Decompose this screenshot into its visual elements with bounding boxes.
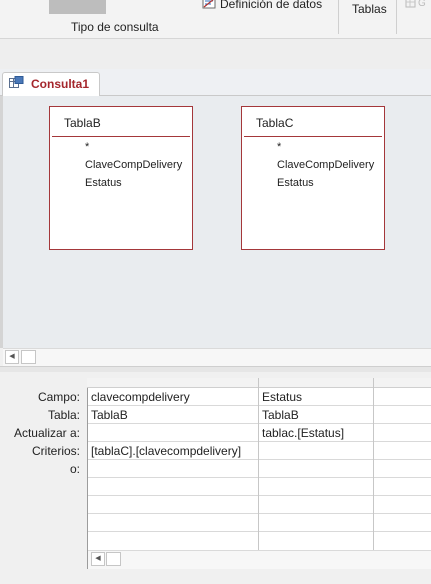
scroll-left-icon[interactable]: ◀ bbox=[5, 350, 19, 364]
table-box-tablab[interactable]: TablaB * ClaveCompDelivery Estatus bbox=[49, 106, 193, 250]
grid-row-line bbox=[88, 423, 431, 424]
grid-row-line bbox=[88, 495, 431, 496]
upper-horizontal-scrollbar[interactable] bbox=[3, 348, 431, 367]
field-list-item[interactable]: ClaveCompDelivery bbox=[85, 159, 182, 171]
grid-cell-campo[interactable]: Estatus bbox=[262, 390, 302, 404]
row-label-o: o: bbox=[69, 462, 80, 476]
grid-cell-campo[interactable]: clavecompdelivery bbox=[91, 390, 190, 404]
grid-cell-criterios[interactable]: [tablaC].[clavecompdelivery] bbox=[91, 444, 241, 458]
field-list-item[interactable]: Estatus bbox=[277, 177, 314, 189]
query-design-grid[interactable] bbox=[87, 378, 431, 569]
grid-column-line bbox=[258, 378, 259, 550]
grid-cell-tabla[interactable]: TablaB bbox=[91, 408, 128, 422]
query-type-group-label: Tipo de consulta bbox=[71, 20, 159, 34]
ribbon-gap bbox=[0, 39, 431, 69]
grid-row-line bbox=[88, 441, 431, 442]
data-definition-icon bbox=[202, 0, 216, 9]
scroll-thumb[interactable] bbox=[106, 552, 121, 566]
table-box-tablac[interactable]: TablaC * ClaveCompDelivery Estatus bbox=[241, 106, 385, 250]
field-list-item[interactable]: Estatus bbox=[85, 177, 122, 189]
grid-column-line bbox=[373, 378, 374, 550]
scroll-left-icon[interactable]: ◀ bbox=[91, 552, 105, 566]
data-definition-button[interactable]: Definición de datos bbox=[220, 0, 322, 11]
table-title-divider bbox=[244, 136, 382, 137]
grid-row-line bbox=[88, 405, 431, 406]
row-label-campo: Campo: bbox=[37, 390, 80, 404]
grid-horizontal-scrollbar[interactable] bbox=[88, 550, 431, 569]
tab-consulta1-label: Consulta1 bbox=[31, 77, 90, 91]
row-label-tabla: Tabla: bbox=[47, 408, 80, 422]
grid-row-line bbox=[88, 513, 431, 514]
query-icon bbox=[9, 76, 24, 88]
grid-row-line bbox=[88, 477, 431, 478]
scroll-thumb[interactable] bbox=[21, 350, 36, 364]
ribbon-separator bbox=[396, 0, 397, 34]
field-list-item[interactable]: ClaveCompDelivery bbox=[277, 159, 374, 171]
row-label-criterios: Criterios: bbox=[31, 444, 80, 458]
table-title: TablaB bbox=[64, 116, 101, 130]
grid-row-line bbox=[88, 459, 431, 460]
tables-button[interactable]: Tablas bbox=[352, 2, 387, 16]
column-selector-bar[interactable] bbox=[87, 378, 431, 388]
grid-cell-tabla[interactable]: TablaB bbox=[262, 408, 299, 422]
svg-text:G: G bbox=[418, 0, 426, 9]
grid-icon-disabled: G bbox=[405, 0, 426, 9]
grid-row-line bbox=[88, 531, 431, 532]
table-title-divider bbox=[52, 136, 190, 137]
table-title: TablaC bbox=[256, 116, 294, 130]
row-label-actualizar: Actualizar a: bbox=[13, 426, 80, 440]
ribbon-separator bbox=[338, 0, 339, 34]
field-list-item[interactable]: * bbox=[277, 141, 281, 153]
grid-cell-actualizar[interactable]: tablac.[Estatus] bbox=[262, 426, 344, 440]
query-type-button-image[interactable] bbox=[49, 0, 106, 14]
field-list-item[interactable]: * bbox=[85, 141, 89, 153]
